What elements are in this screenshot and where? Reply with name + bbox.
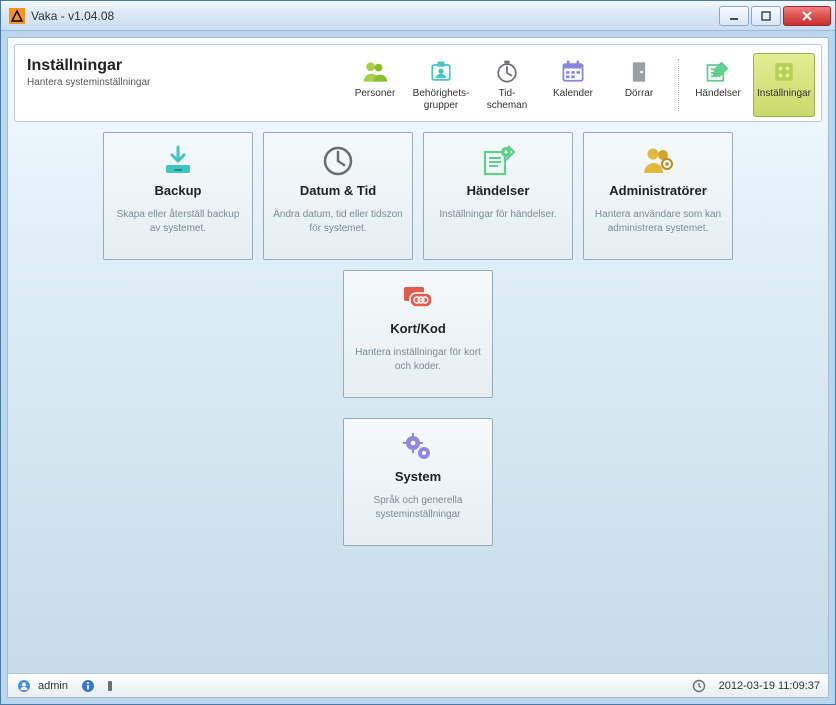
tile-desc: Språk och generella systeminställningar: [352, 494, 484, 521]
app-icon: [9, 8, 25, 24]
nav-dorrar[interactable]: Dörrar: [608, 53, 670, 117]
close-button[interactable]: [783, 6, 831, 26]
tile-system[interactable]: System Språk och generella systeminställ…: [343, 418, 493, 546]
tile-administratorer[interactable]: Administratörer Hantera användare som ka…: [583, 132, 733, 260]
calendar-icon: [557, 58, 589, 86]
people-icon: [359, 58, 391, 86]
ribbon-heading: Inställningar Hantera systeminställninga…: [27, 53, 227, 117]
nav-label: Kalender: [553, 88, 593, 112]
backup-icon: [158, 143, 198, 179]
tile-desc: Ändra datum, tid eller tidszon för syste…: [272, 208, 404, 235]
window-title: Vaka - v1.04.08: [31, 9, 719, 23]
content-area: Backup Skapa eller återställ backup av s…: [8, 132, 828, 673]
card-tag-icon: [398, 281, 438, 317]
minimize-button[interactable]: [719, 6, 749, 26]
device-icon[interactable]: [102, 678, 118, 694]
events-icon: [702, 58, 734, 86]
id-badge-icon: [425, 58, 457, 86]
status-datetime: 2012-03-19 11:09:37: [719, 680, 820, 692]
nav-label: Händelser: [695, 88, 741, 112]
settings-icon: [768, 58, 800, 86]
nav-behorighetsgrupper[interactable]: Behörighets- grupper: [410, 53, 472, 117]
nav-kalender[interactable]: Kalender: [542, 53, 604, 117]
nav-tidscheman[interactable]: Tid- scheman: [476, 53, 538, 117]
nav-personer[interactable]: Personer: [344, 53, 406, 117]
client-area: Inställningar Hantera systeminställninga…: [7, 37, 829, 698]
events-gear-icon: [478, 143, 518, 179]
app-window: Vaka - v1.04.08 Inställningar Hantera sy…: [0, 0, 836, 705]
nav-installningar[interactable]: Inställningar: [753, 53, 815, 117]
nav-label: Behörighets- grupper: [413, 88, 470, 112]
tile-backup[interactable]: Backup Skapa eller återställ backup av s…: [103, 132, 253, 260]
nav-items: Personer Behörighets- grupper Tid- schem…: [344, 53, 815, 117]
tile-kort-kod[interactable]: Kort/Kod Hantera inställningar för kort …: [343, 270, 493, 398]
maximize-button[interactable]: [751, 6, 781, 26]
clock-small-icon: [691, 678, 707, 694]
status-user: admin: [38, 680, 68, 692]
status-bar: admin 2012-03-19 11:09:37: [8, 673, 828, 697]
tile-desc: Hantera inställningar för kort och koder…: [352, 346, 484, 373]
tile-title: System: [395, 469, 441, 484]
clock-icon: [318, 143, 358, 179]
tile-desc: Skapa eller återställ backup av systemet…: [112, 208, 244, 235]
user-status-icon: [16, 678, 32, 694]
info-icon[interactable]: [80, 678, 96, 694]
tile-title: Administratörer: [609, 183, 707, 198]
tile-row-2: System Språk och generella systeminställ…: [28, 418, 808, 546]
door-icon: [623, 58, 655, 86]
tile-desc: Hantera användare som kan administrera s…: [592, 208, 724, 235]
nav-handelser[interactable]: Händelser: [687, 53, 749, 117]
nav-label: Tid- scheman: [487, 88, 528, 112]
tile-title: Händelser: [467, 183, 530, 198]
page-subtitle: Hantera systeminställningar: [27, 77, 227, 88]
tile-grid: Backup Skapa eller återställ backup av s…: [28, 132, 808, 546]
separator: [678, 59, 679, 111]
tile-title: Backup: [155, 183, 202, 198]
nav-label: Personer: [355, 88, 396, 112]
window-controls: [719, 6, 831, 26]
tile-handelser[interactable]: Händelser Inställningar för händelser.: [423, 132, 573, 260]
tile-datum-tid[interactable]: Datum & Tid Ändra datum, tid eller tidsz…: [263, 132, 413, 260]
nav-label: Dörrar: [625, 88, 653, 112]
tile-desc: Inställningar för händelser.: [439, 208, 556, 222]
admin-users-icon: [638, 143, 678, 179]
nav-label: Inställningar: [757, 88, 811, 112]
ribbon: Inställningar Hantera systeminställninga…: [14, 44, 822, 122]
clock-icon: [491, 58, 523, 86]
tile-title: Kort/Kod: [390, 321, 446, 336]
gears-icon: [398, 429, 438, 465]
titlebar: Vaka - v1.04.08: [1, 1, 835, 31]
tile-title: Datum & Tid: [300, 183, 376, 198]
status-right: 2012-03-19 11:09:37: [691, 678, 820, 694]
page-title: Inställningar: [27, 57, 227, 75]
